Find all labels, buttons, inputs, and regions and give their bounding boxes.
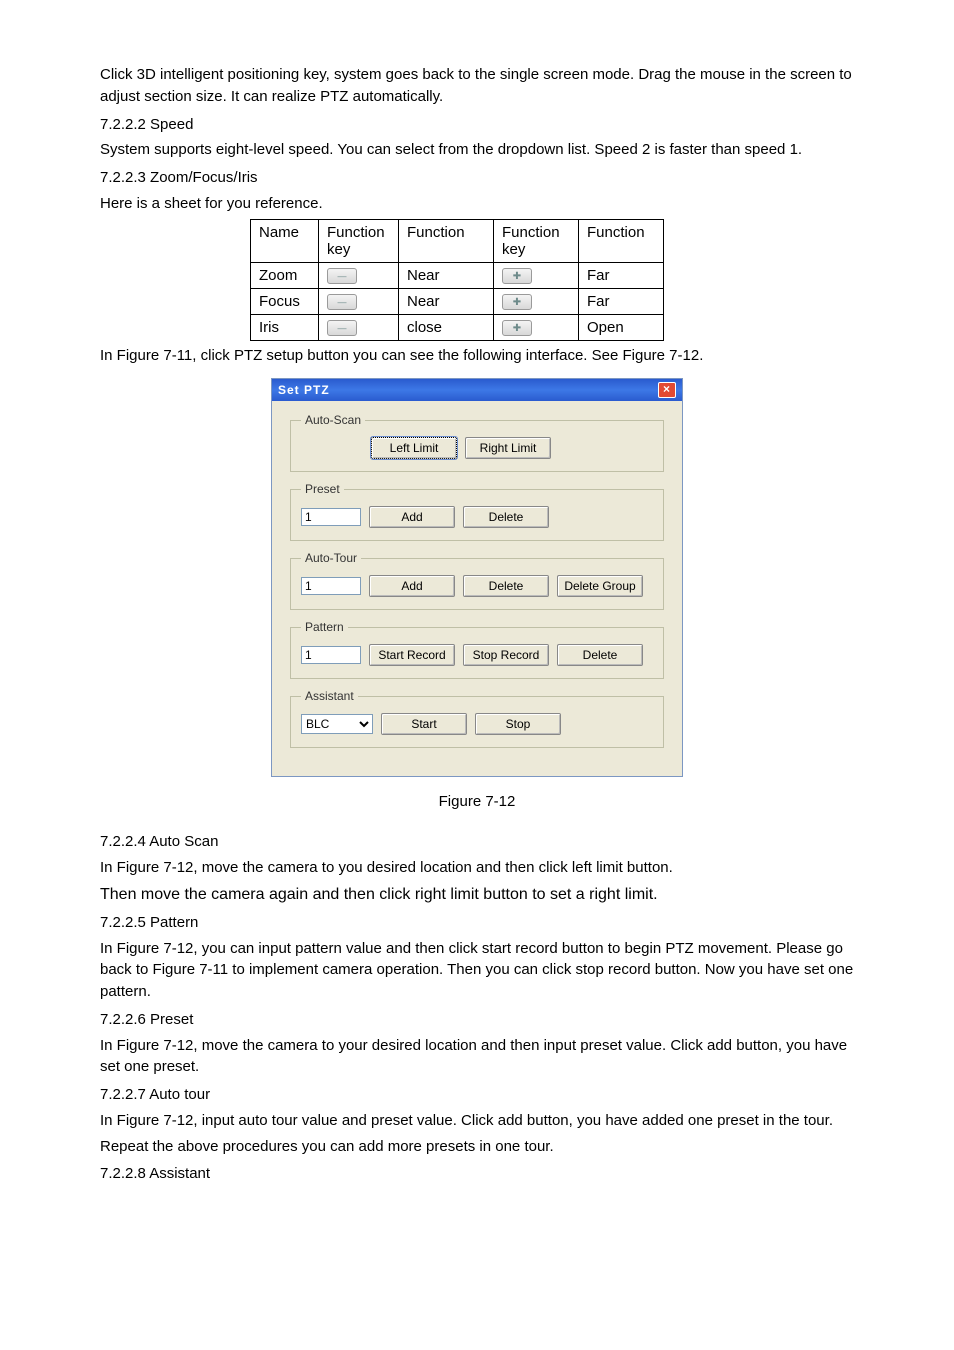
plus-icon [502,294,532,310]
autoscan-legend: Auto-Scan [301,413,365,427]
heading-autotour: 7.2.2.7 Auto tour [100,1084,854,1106]
th-fkey: Function key [494,219,579,262]
pattern-delete-button[interactable]: Delete [557,644,643,666]
cell-func: Far [579,288,664,314]
autotour-input[interactable] [301,577,361,595]
body-text: Repeat the above procedures you can add … [100,1136,854,1158]
left-limit-button[interactable]: Left Limit [371,437,457,459]
heading-assistant: 7.2.2.8 Assistant [100,1163,854,1185]
th-name: Name [251,219,319,262]
preset-legend: Preset [301,482,344,496]
plus-icon [502,268,532,284]
heading-preset: 7.2.2.6 Preset [100,1009,854,1031]
table-row: Name Function key Function Function key … [251,219,664,262]
pattern-startrecord-button[interactable]: Start Record [369,644,455,666]
autotour-deletegroup-button[interactable]: Delete Group [557,575,643,597]
heading-pattern: 7.2.2.5 Pattern [100,912,854,934]
cell-func: Far [579,262,664,288]
table-row: Iris close Open [251,314,664,340]
autoscan-group: Auto-Scan Left Limit Right Limit [290,413,664,472]
assistant-select[interactable]: BLC [301,714,373,734]
th-fkey: Function key [319,219,399,262]
cell-name: Focus [251,288,319,314]
cell-name: Zoom [251,262,319,288]
dialog-title: Set PTZ [278,383,330,397]
body-text: In Figure 7-12, you can input pattern va… [100,938,854,1003]
cell-func: Open [579,314,664,340]
autotour-add-button[interactable]: Add [369,575,455,597]
assistant-start-button[interactable]: Start [381,713,467,735]
body-text: In Figure 7-11, click PTZ setup button y… [100,345,854,367]
cell-name: Iris [251,314,319,340]
autotour-legend: Auto-Tour [301,551,361,565]
table-row: Zoom Near Far [251,262,664,288]
preset-group: Preset Add Delete [290,482,664,541]
autotour-delete-button[interactable]: Delete [463,575,549,597]
minus-icon [327,294,357,310]
heading-speed: 7.2.2.2 Speed [100,114,854,136]
assistant-legend: Assistant [301,689,358,703]
pattern-stoprecord-button[interactable]: Stop Record [463,644,549,666]
heading-autoscan: 7.2.2.4 Auto Scan [100,831,854,853]
preset-input[interactable] [301,508,361,526]
close-icon[interactable]: × [658,382,676,398]
pattern-group: Pattern Start Record Stop Record Delete [290,620,664,679]
body-text: Then move the camera again and then clic… [100,883,854,906]
assistant-group: Assistant BLC Start Stop [290,689,664,748]
cell-func: close [399,314,494,340]
body-text: Click 3D intelligent positioning key, sy… [100,64,854,108]
cell-func: Near [399,288,494,314]
minus-icon [327,268,357,284]
preset-add-button[interactable]: Add [369,506,455,528]
figure-caption: Figure 7-12 [100,791,854,813]
heading-zoom-focus-iris: 7.2.2.3 Zoom/Focus/Iris [100,167,854,189]
preset-delete-button[interactable]: Delete [463,506,549,528]
pattern-input[interactable] [301,646,361,664]
th-func: Function [399,219,494,262]
body-text: System supports eight-level speed. You c… [100,139,854,161]
body-text: In Figure 7-12, input auto tour value an… [100,1110,854,1132]
table-row: Focus Near Far [251,288,664,314]
zfi-table: Name Function key Function Function key … [250,219,664,341]
minus-icon [327,320,357,336]
plus-icon [502,320,532,336]
right-limit-button[interactable]: Right Limit [465,437,551,459]
body-text: Here is a sheet for you reference. [100,193,854,215]
assistant-stop-button[interactable]: Stop [475,713,561,735]
body-text: In Figure 7-12, move the camera to your … [100,1035,854,1079]
autotour-group: Auto-Tour Add Delete Delete Group [290,551,664,610]
body-text: In Figure 7-12, move the camera to you d… [100,857,854,879]
pattern-legend: Pattern [301,620,348,634]
cell-func: Near [399,262,494,288]
th-func: Function [579,219,664,262]
set-ptz-dialog: Set PTZ × Auto-Scan Left Limit Right Lim… [271,378,683,777]
